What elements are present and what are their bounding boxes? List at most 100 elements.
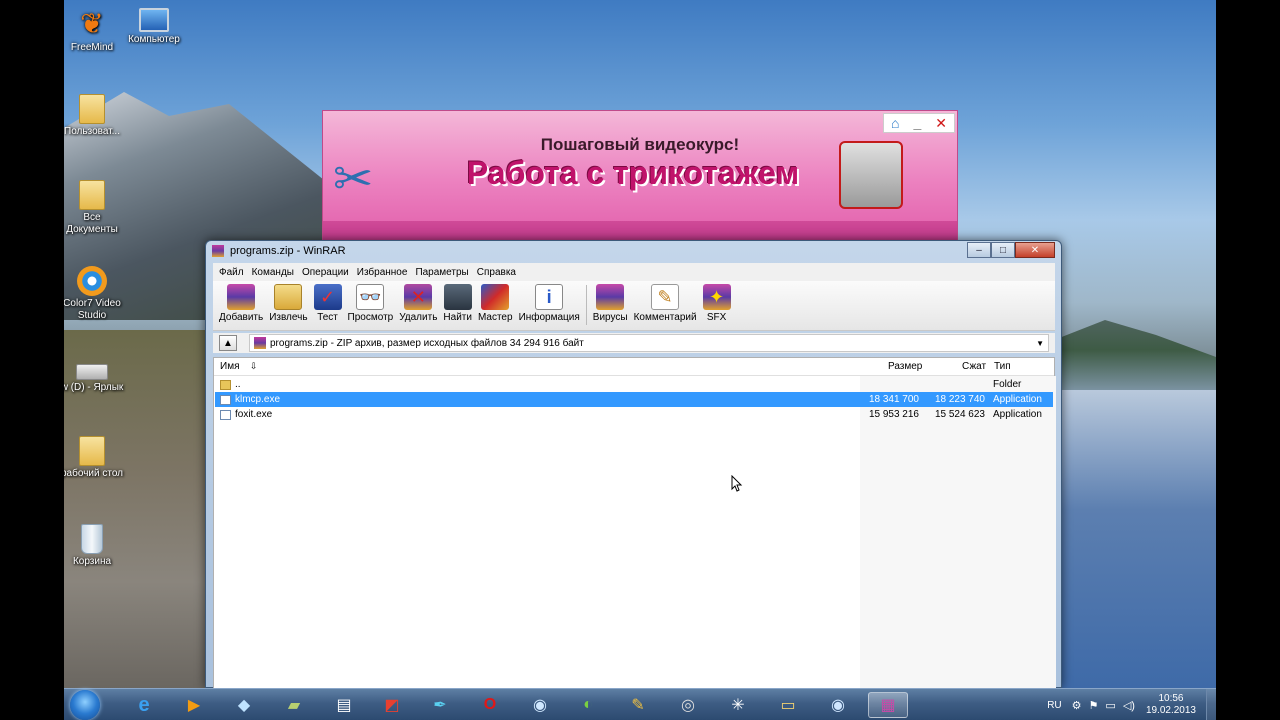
minimize-icon[interactable]: _: [913, 115, 921, 131]
document-icon[interactable]: ▤: [324, 692, 364, 718]
media-player-icon[interactable]: ▶: [174, 692, 214, 718]
desktop-icon-freemind[interactable]: ❦ FreeMind: [64, 8, 124, 54]
desktop-icon-drive-shortcut[interactable]: w (D) - Ярлык: [64, 354, 124, 394]
wizard-button[interactable]: Мастер: [478, 281, 513, 323]
extract-button[interactable]: Извлечь: [269, 281, 308, 323]
cursor-tool-icon[interactable]: ✳: [718, 692, 758, 718]
flag-icon[interactable]: ⚑: [1089, 699, 1099, 712]
minimize-button[interactable]: –: [967, 242, 991, 258]
info-label: Информация: [518, 312, 580, 323]
network-icon[interactable]: ⚙: [1072, 699, 1082, 712]
desktop-icon-desktop-folder[interactable]: рабочий стол: [64, 436, 124, 480]
file-list[interactable]: Имя ⇩ Размер Сжат Тип .. Folder klmcp.ex…: [213, 357, 1056, 689]
language-indicator[interactable]: RU: [1047, 700, 1061, 711]
file-row-foxit[interactable]: foxit.exe 15 953 216 15 524 623 Applicat…: [215, 407, 1053, 422]
toolbar-separator: [585, 285, 587, 325]
desktop-icon-computer[interactable]: Компьютер: [122, 8, 186, 46]
path-bar: ▲ programs.zip - ZIP архив, размер исход…: [213, 333, 1055, 353]
extract-label: Извлечь: [269, 312, 308, 323]
menu-help[interactable]: Справка: [473, 267, 520, 278]
test-button[interactable]: ✓ Тест: [313, 281, 342, 323]
add-button[interactable]: Добавить: [219, 281, 263, 323]
disc-burner-icon[interactable]: ◉: [818, 692, 858, 718]
system-tray: RU ⚙ ⚑ ▭ ◁) 10:56 19.02.2013: [1047, 689, 1216, 720]
desktop-icon-color7[interactable]: Color7 Video Studio: [64, 266, 124, 322]
title-bar[interactable]: programs.zip - WinRAR: [206, 241, 1061, 261]
camera-icon[interactable]: ◎: [668, 692, 708, 718]
desktop-icon-label: Корзина: [72, 556, 112, 567]
column-name[interactable]: Имя: [220, 361, 239, 372]
close-icon[interactable]: ✕: [935, 115, 947, 132]
feather-icon[interactable]: ✒: [420, 692, 460, 718]
column-packed[interactable]: Сжат: [962, 361, 986, 372]
file-name: foxit.exe: [235, 409, 273, 420]
show-desktop-button[interactable]: [1206, 689, 1216, 720]
delete-button[interactable]: ✕ Удалить: [399, 281, 437, 323]
file-row-klmcp[interactable]: klmcp.exe 18 341 700 18 223 740 Applicat…: [215, 392, 1053, 407]
chevron-down-icon[interactable]: ▼: [1036, 339, 1044, 348]
desktop-icon-label: Компьютер: [128, 34, 180, 45]
letterbox-left: [0, 0, 64, 720]
view-icon: 👓: [356, 284, 385, 310]
desktop-icon-recycle-bin[interactable]: Корзина: [64, 524, 124, 568]
path-combobox[interactable]: programs.zip - ZIP архив, размер исходны…: [249, 334, 1049, 352]
desktop-icon-label: Color7 Video Studio: [64, 298, 121, 321]
user-folder-icon: [79, 94, 105, 124]
file-packed: 18 223 740: [934, 394, 985, 405]
desktop-icon-all-documents[interactable]: Все Документы: [64, 180, 124, 236]
menu-options[interactable]: Параметры: [411, 267, 472, 278]
application-icon: [220, 394, 231, 405]
window-controls: – □ ✕: [967, 242, 1055, 258]
recycle-bin-icon: [81, 524, 103, 554]
notes-icon[interactable]: ▰: [274, 692, 314, 718]
file-row-parent[interactable]: .. Folder: [215, 377, 1053, 392]
column-size[interactable]: Размер: [888, 361, 922, 372]
explorer-folder-icon[interactable]: ▭: [768, 692, 808, 718]
scissors-icon: ✂: [333, 153, 374, 206]
folder-icon: [79, 180, 105, 210]
opera-icon[interactable]: O: [470, 692, 510, 718]
comment-button[interactable]: ✎ Комментарий: [634, 281, 697, 323]
up-folder-button[interactable]: ▲: [219, 335, 237, 351]
comment-icon: ✎: [651, 284, 680, 310]
internet-explorer-icon[interactable]: e: [124, 692, 164, 718]
computer-icon: [139, 8, 169, 32]
volume-icon[interactable]: ◁): [1123, 699, 1135, 712]
app-cube-icon[interactable]: ◆: [224, 692, 264, 718]
menu-commands[interactable]: Команды: [248, 267, 298, 278]
start-button[interactable]: [70, 690, 100, 720]
home-icon[interactable]: ⌂: [891, 115, 899, 131]
menu-operations[interactable]: Операции: [298, 267, 353, 278]
file-size: 15 953 216: [868, 409, 919, 420]
clock[interactable]: 10:56 19.02.2013: [1146, 693, 1196, 717]
info-button[interactable]: i Информация: [519, 281, 580, 323]
menu-favorites[interactable]: Избранное: [353, 267, 412, 278]
virus-button[interactable]: Вирусы: [593, 281, 628, 323]
taskbar: e ▶ ◆ ▰ ▤ ◩ ✒ O ◉ ◐ ✎ ◎ ✳ ▭ ◉ ▦ RU ⚙ ⚑ ▭…: [64, 688, 1216, 720]
column-type[interactable]: Тип: [994, 361, 1011, 372]
extract-icon: [274, 284, 303, 310]
pencil-icon[interactable]: ✎: [618, 692, 658, 718]
ad-window: ⌂ _ ✕ ✂ Пошаговый видеокурс! Работа с тр…: [322, 110, 958, 250]
file-type: Application: [993, 409, 1042, 420]
player-icon[interactable]: ◐: [568, 692, 608, 718]
menu-file[interactable]: Файл: [215, 267, 248, 278]
winrar-taskbar-icon[interactable]: ▦: [868, 692, 908, 718]
monitor-tray-icon[interactable]: ▭: [1105, 699, 1115, 712]
view-button[interactable]: 👓 Просмотр: [348, 281, 393, 323]
letterbox-right: [1216, 0, 1280, 720]
desktop-icon-user[interactable]: Пользоват...: [64, 94, 124, 138]
find-button[interactable]: Найти: [443, 281, 472, 323]
sfx-button[interactable]: ✦ SFX: [702, 281, 731, 323]
maximize-button[interactable]: □: [991, 242, 1015, 258]
test-label: Тест: [317, 312, 338, 323]
close-button[interactable]: ✕: [1015, 242, 1055, 258]
column-shade: [860, 376, 1056, 688]
sfx-label: SFX: [706, 312, 727, 323]
add-icon: [227, 284, 256, 310]
presentation-icon[interactable]: ◩: [372, 692, 412, 718]
sort-arrow-icon: ⇩: [250, 361, 258, 371]
file-type: Folder: [993, 379, 1022, 390]
disc-icon[interactable]: ◉: [520, 692, 560, 718]
desktop-icon-label: рабочий стол: [64, 468, 123, 479]
